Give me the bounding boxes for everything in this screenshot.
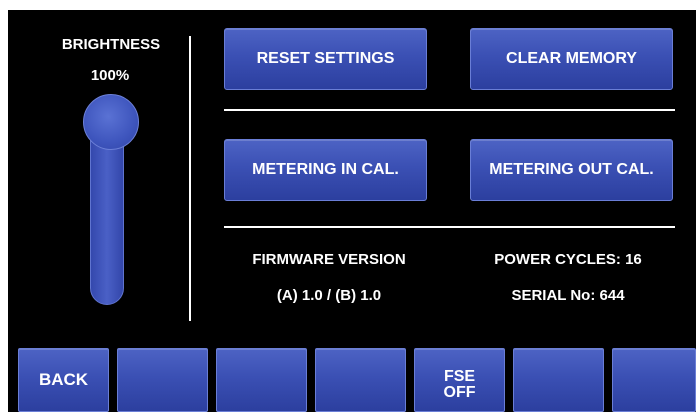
soft-key-3[interactable] bbox=[216, 348, 307, 412]
metering-in-cal-button[interactable]: METERING IN CAL. bbox=[224, 139, 427, 201]
brightness-slider-knob[interactable] bbox=[83, 94, 139, 150]
brightness-title: BRIGHTNESS bbox=[61, 36, 161, 53]
brightness-value: 100% bbox=[90, 67, 130, 84]
fse-toggle-button[interactable]: FSE OFF bbox=[414, 348, 505, 412]
firmware-version-value: (A) 1.0 / (B) 1.0 bbox=[276, 287, 382, 304]
soft-key-4[interactable] bbox=[315, 348, 406, 412]
fse-label: FSE bbox=[443, 368, 476, 385]
soft-key-6[interactable] bbox=[513, 348, 604, 412]
power-cycles-text: POWER CYCLES: 16 bbox=[494, 251, 642, 268]
horizontal-divider-bottom bbox=[224, 226, 675, 228]
vertical-divider bbox=[189, 36, 191, 321]
metering-out-cal-button[interactable]: METERING OUT CAL. bbox=[470, 139, 673, 201]
firmware-version-label: FIRMWARE VERSION bbox=[252, 251, 406, 268]
serial-number-text: SERIAL No: 644 bbox=[511, 287, 625, 304]
fse-state: OFF bbox=[443, 384, 476, 401]
clear-memory-button[interactable]: CLEAR MEMORY bbox=[470, 28, 673, 90]
back-button[interactable]: BACK bbox=[18, 348, 109, 412]
brightness-slider-track[interactable] bbox=[90, 124, 124, 305]
soft-key-2[interactable] bbox=[117, 348, 208, 412]
horizontal-divider-top bbox=[224, 109, 675, 111]
reset-settings-button[interactable]: RESET SETTINGS bbox=[224, 28, 427, 90]
soft-key-7[interactable] bbox=[612, 348, 696, 412]
